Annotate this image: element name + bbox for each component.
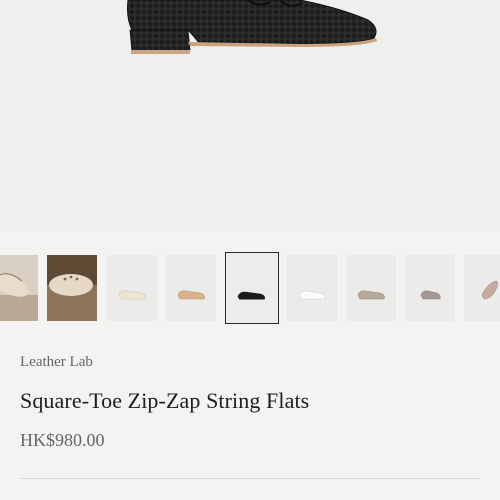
cream-shoe-icon: [118, 290, 146, 300]
white-shoe-icon: [298, 290, 326, 300]
thumbnail-tan[interactable]: [166, 255, 216, 321]
taupe-shoe-icon: [357, 290, 385, 300]
product-title: Square-Toe Zip-Zap String Flats: [20, 388, 310, 413]
lifestyle-photo-icon: [47, 255, 97, 321]
thumbnail-lifestyle-1[interactable]: [0, 255, 38, 321]
product-brand[interactable]: Leather Lab: [20, 354, 93, 371]
thumbnail-white[interactable]: [287, 255, 337, 321]
thumbnail-grey-beige[interactable]: [405, 255, 455, 321]
thumbnail-strip: [0, 252, 500, 324]
grey-beige-shoe-icon: [420, 290, 441, 300]
thumbnail-blush[interactable]: [464, 255, 500, 321]
tan-shoe-icon: [177, 290, 205, 300]
lifestyle-photo-icon: [0, 255, 38, 321]
black-shoe-image: [127, 0, 377, 54]
thumbnail-cream[interactable]: [107, 255, 157, 321]
blush-shoe-icon: [481, 280, 498, 300]
thumbnail-black-selected[interactable]: [225, 252, 279, 324]
black-shoe-icon: [237, 291, 265, 300]
thumbnail-taupe[interactable]: [346, 255, 396, 321]
product-price: HK$980.00: [20, 430, 105, 450]
thumbnail-lifestyle-2[interactable]: [47, 255, 97, 321]
product-hero-image[interactable]: [0, 0, 500, 232]
divider: [20, 478, 480, 479]
